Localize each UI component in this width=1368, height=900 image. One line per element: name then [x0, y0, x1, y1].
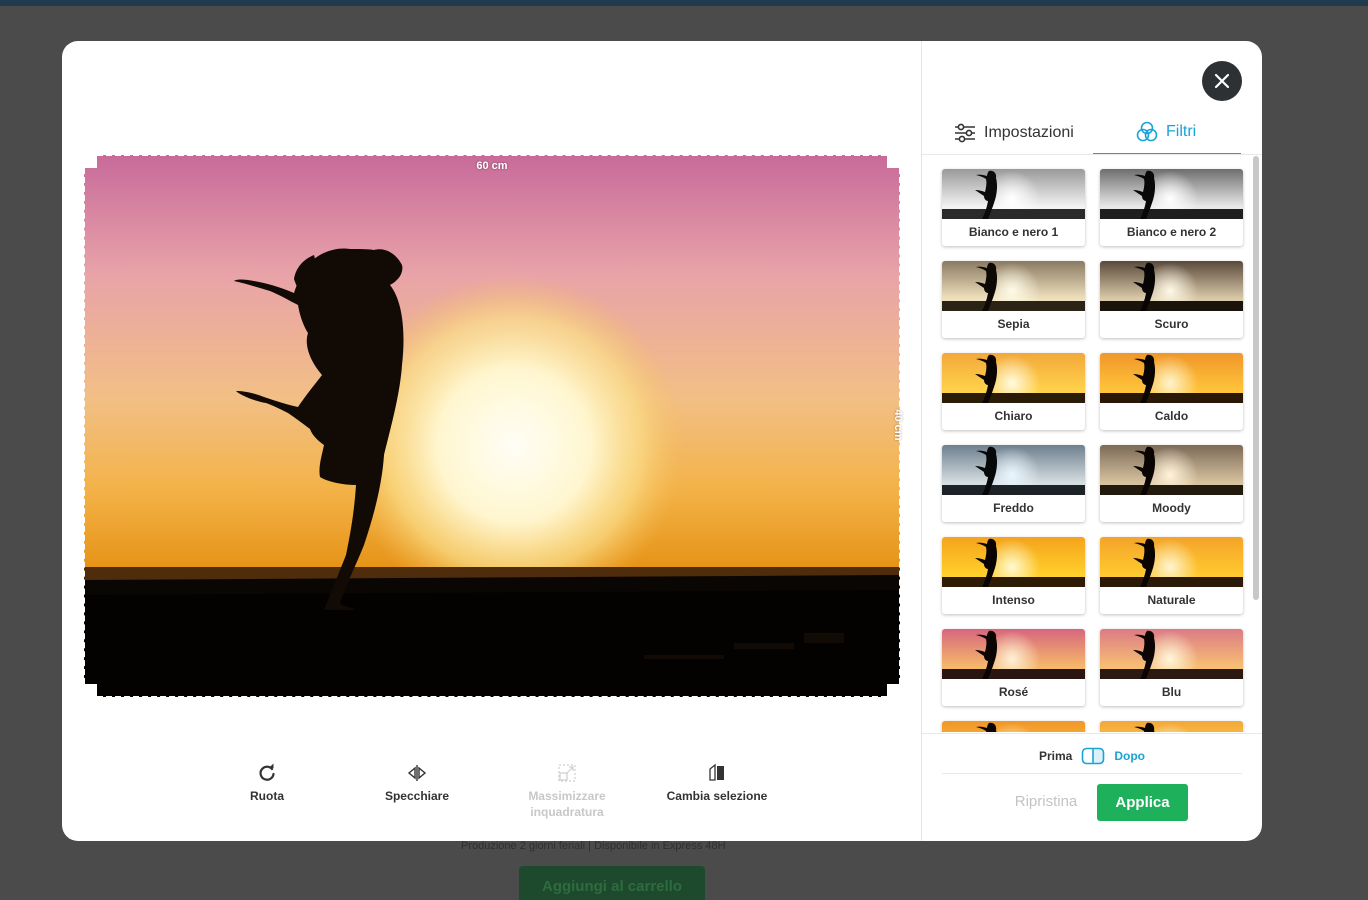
mirror-icon [407, 765, 427, 781]
tab-settings-label: Impostazioni [984, 124, 1074, 141]
filter-name: Freddo [993, 501, 1034, 515]
compare-divider [942, 773, 1242, 774]
filter-option[interactable]: Bianco e nero 1 [942, 169, 1085, 246]
tab-filters-label: Filtri [1166, 123, 1197, 140]
filter-thumbnail [942, 629, 1085, 679]
rotate-button[interactable]: Ruota [192, 763, 342, 804]
filter-thumbnail [942, 537, 1085, 587]
filter-thumbnail [1100, 169, 1243, 219]
filter-list[interactable]: Bianco e nero 1 Bianco e nero 2 Sepia Scuro… [922, 155, 1252, 732]
compare-toggle-row: Prima Dopo [922, 744, 1262, 768]
filter-list-scrollbar[interactable] [1253, 156, 1259, 600]
compare-toggle-icon[interactable] [1081, 747, 1105, 765]
crop-stage[interactable]: 60 cm 40 cm [82, 153, 904, 699]
filter-name: Sepia [997, 317, 1030, 331]
sliders-icon [955, 123, 975, 143]
filter-option[interactable]: Naturale [1100, 537, 1243, 614]
background-info-text: Produzione 2 giorni feriali | Disponibil… [461, 840, 726, 852]
apply-button[interactable]: Applica [1097, 784, 1188, 821]
filter-thumbnail [1100, 445, 1243, 495]
change-selection-icon [709, 763, 724, 781]
filter-option[interactable]: Chiaro [942, 353, 1085, 430]
maximize-label-1: Massimizzare [528, 789, 606, 803]
crop-handle-bottom-left[interactable] [82, 684, 97, 699]
filter-thumbnail [1100, 353, 1243, 403]
close-button[interactable] [1202, 61, 1242, 101]
change-selection-label: Cambia selezione [666, 789, 768, 803]
mirror-label: Specchiare [384, 789, 450, 803]
filter-option[interactable] [1100, 721, 1243, 732]
filter-name: Caldo [1154, 409, 1189, 423]
filters-icon [1136, 121, 1158, 142]
close-icon [1214, 73, 1230, 89]
maximize-framing-button[interactable]: Massimizzare inquadratura [492, 763, 642, 820]
filter-option[interactable]: Scuro [1100, 261, 1243, 338]
filter-name: Bianco e nero 1 [968, 225, 1059, 239]
panel-tabs: Impostazioni Filtri [922, 111, 1262, 155]
filter-name: Bianco e nero 2 [1126, 225, 1217, 239]
filter-name: Moody [1152, 501, 1191, 515]
tab-settings[interactable]: Impostazioni [954, 111, 1074, 155]
filter-thumbnail [942, 445, 1085, 495]
maximize-label-2: inquadratura [530, 805, 604, 819]
maximize-icon [558, 764, 576, 782]
filter-option[interactable]: Moody [1100, 445, 1243, 522]
reset-button[interactable]: Ripristina [1007, 784, 1085, 820]
filter-option[interactable]: Sepia [942, 261, 1085, 338]
filter-name: Blu [1161, 685, 1182, 699]
filter-option[interactable]: Intenso [942, 537, 1085, 614]
filter-option[interactable]: Bianco e nero 2 [1100, 169, 1243, 246]
tab-filters[interactable]: Filtri [1093, 111, 1241, 155]
filter-name: Naturale [1147, 593, 1196, 607]
before-label[interactable]: Prima [1039, 749, 1072, 763]
change-selection-button[interactable]: Cambia selezione [642, 763, 792, 804]
top-bar [0, 0, 1368, 6]
filter-thumbnail [942, 261, 1085, 311]
sunset-photo [84, 155, 900, 697]
filter-name: Scuro [1154, 317, 1189, 331]
filter-option[interactable]: Freddo [942, 445, 1085, 522]
filter-thumbnail [1100, 537, 1243, 587]
before-after-compare: Prima Dopo [922, 733, 1262, 777]
filter-name: Rosé [998, 685, 1029, 699]
filter-option[interactable]: Blu [1100, 629, 1243, 706]
photo-preview [84, 155, 900, 697]
filter-thumbnail [942, 353, 1085, 403]
height-dimension-label: 40 cm [892, 409, 904, 441]
filter-thumbnail [942, 169, 1085, 219]
crop-handle-bottom-right[interactable] [887, 684, 902, 699]
filter-thumbnail [1100, 261, 1243, 311]
background-add-to-cart-button: Aggiungi al carrello [519, 866, 705, 900]
filter-thumbnail [942, 721, 1085, 732]
filter-thumbnail [1100, 629, 1243, 679]
filter-name: Intenso [992, 593, 1035, 607]
rotate-label: Ruota [250, 789, 284, 803]
filter-option[interactable] [942, 721, 1085, 732]
filter-thumbnail [1100, 721, 1243, 732]
mirror-button[interactable]: Specchiare [342, 763, 492, 804]
rotate-icon [259, 763, 275, 781]
filter-option[interactable]: Caldo [1100, 353, 1243, 430]
filter-option[interactable]: Rosé [942, 629, 1085, 706]
editor-toolbar: Ruota Specchiare Massimizzare inquadratu… [192, 763, 792, 823]
width-dimension-label: 60 cm [476, 160, 508, 172]
filter-name: Chiaro [994, 409, 1033, 423]
after-label[interactable]: Dopo [1114, 749, 1145, 763]
